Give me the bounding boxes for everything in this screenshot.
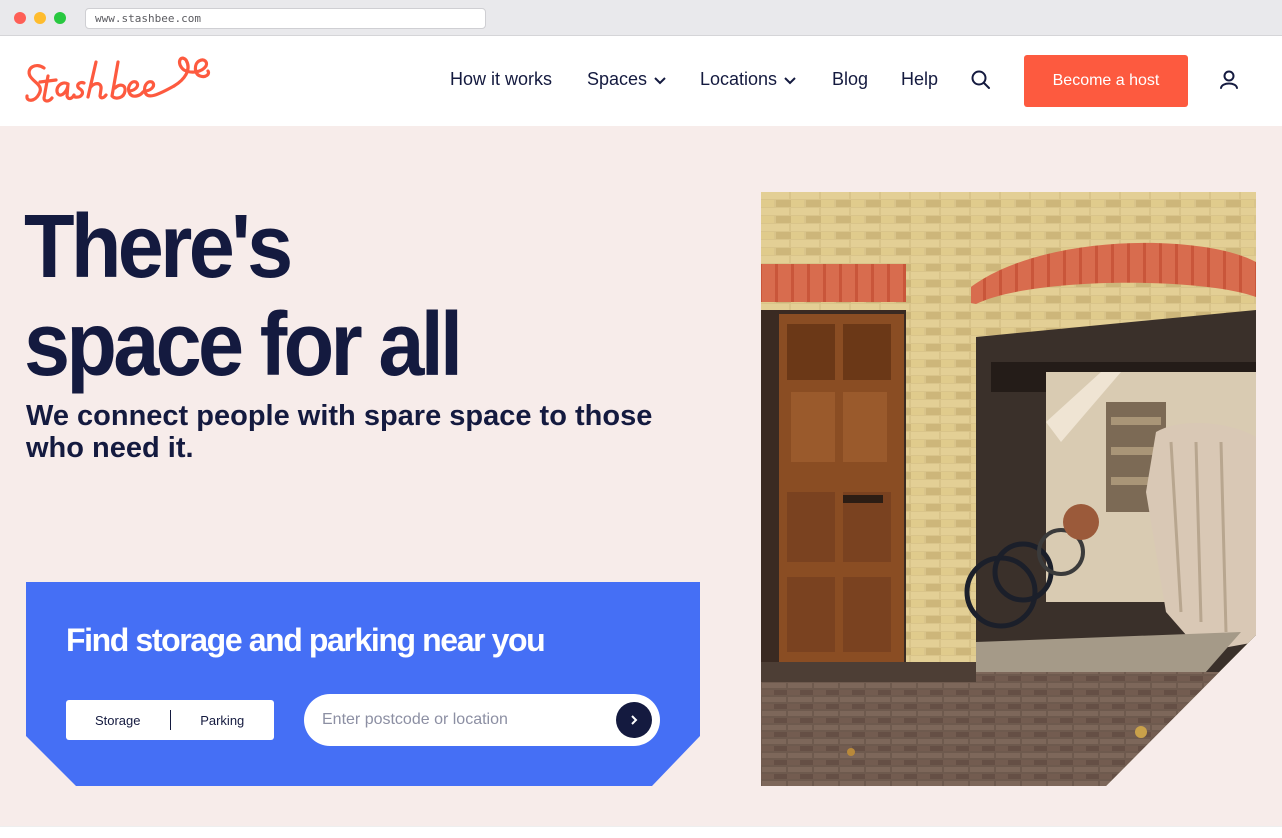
- hero-section: There's space for all We connect people …: [0, 126, 1282, 826]
- nav-label: Blog: [832, 69, 869, 89]
- chevron-right-icon: [631, 715, 638, 725]
- finder-panel: Find storage and parking near you Storag…: [26, 582, 700, 786]
- nav-label: How it works: [450, 69, 553, 89]
- storage-parking-toggle: Storage Parking: [66, 700, 274, 740]
- user-icon[interactable]: [1218, 69, 1240, 91]
- window-minimize-button[interactable]: [34, 12, 46, 24]
- nav-label: Locations: [700, 69, 778, 89]
- chevron-down-icon: [784, 76, 796, 84]
- hero-headline: There's space for all: [24, 198, 613, 394]
- location-search-field: [304, 694, 660, 746]
- hero-headline-line: There's: [24, 197, 293, 297]
- stashbee-logo[interactable]: [24, 52, 214, 112]
- nav-help[interactable]: Help: [901, 69, 938, 90]
- nav-locations[interactable]: Locations: [700, 69, 797, 90]
- nav-spaces[interactable]: Spaces: [587, 69, 667, 90]
- nav-how-it-works[interactable]: How it works: [450, 69, 552, 90]
- chevron-down-icon: [654, 76, 666, 84]
- search-icon[interactable]: [970, 69, 992, 91]
- finder-title: Find storage and parking near you: [66, 622, 546, 658]
- address-bar[interactable]: www.stashbee.com: [85, 8, 486, 29]
- hero-headline-line: space for all: [24, 295, 463, 395]
- toggle-parking[interactable]: Parking: [171, 713, 275, 728]
- hero-subheading: We connect people with spare space to th…: [26, 400, 653, 464]
- page-bottom-edge: [0, 826, 1282, 838]
- site-header: How it works Spaces Locations Blog Help …: [0, 36, 1282, 126]
- window-maximize-button[interactable]: [54, 12, 66, 24]
- become-a-host-button[interactable]: Become a host: [1024, 55, 1188, 107]
- nav-blog[interactable]: Blog: [832, 69, 868, 90]
- hero-photo-garage: [761, 192, 1256, 786]
- search-submit-button[interactable]: [616, 702, 652, 738]
- window-close-button[interactable]: [14, 12, 26, 24]
- nav-label: Spaces: [587, 69, 648, 89]
- location-input[interactable]: [322, 694, 602, 746]
- browser-chrome: www.stashbee.com: [0, 0, 1282, 36]
- nav-label: Help: [901, 69, 939, 89]
- toggle-storage[interactable]: Storage: [66, 713, 170, 728]
